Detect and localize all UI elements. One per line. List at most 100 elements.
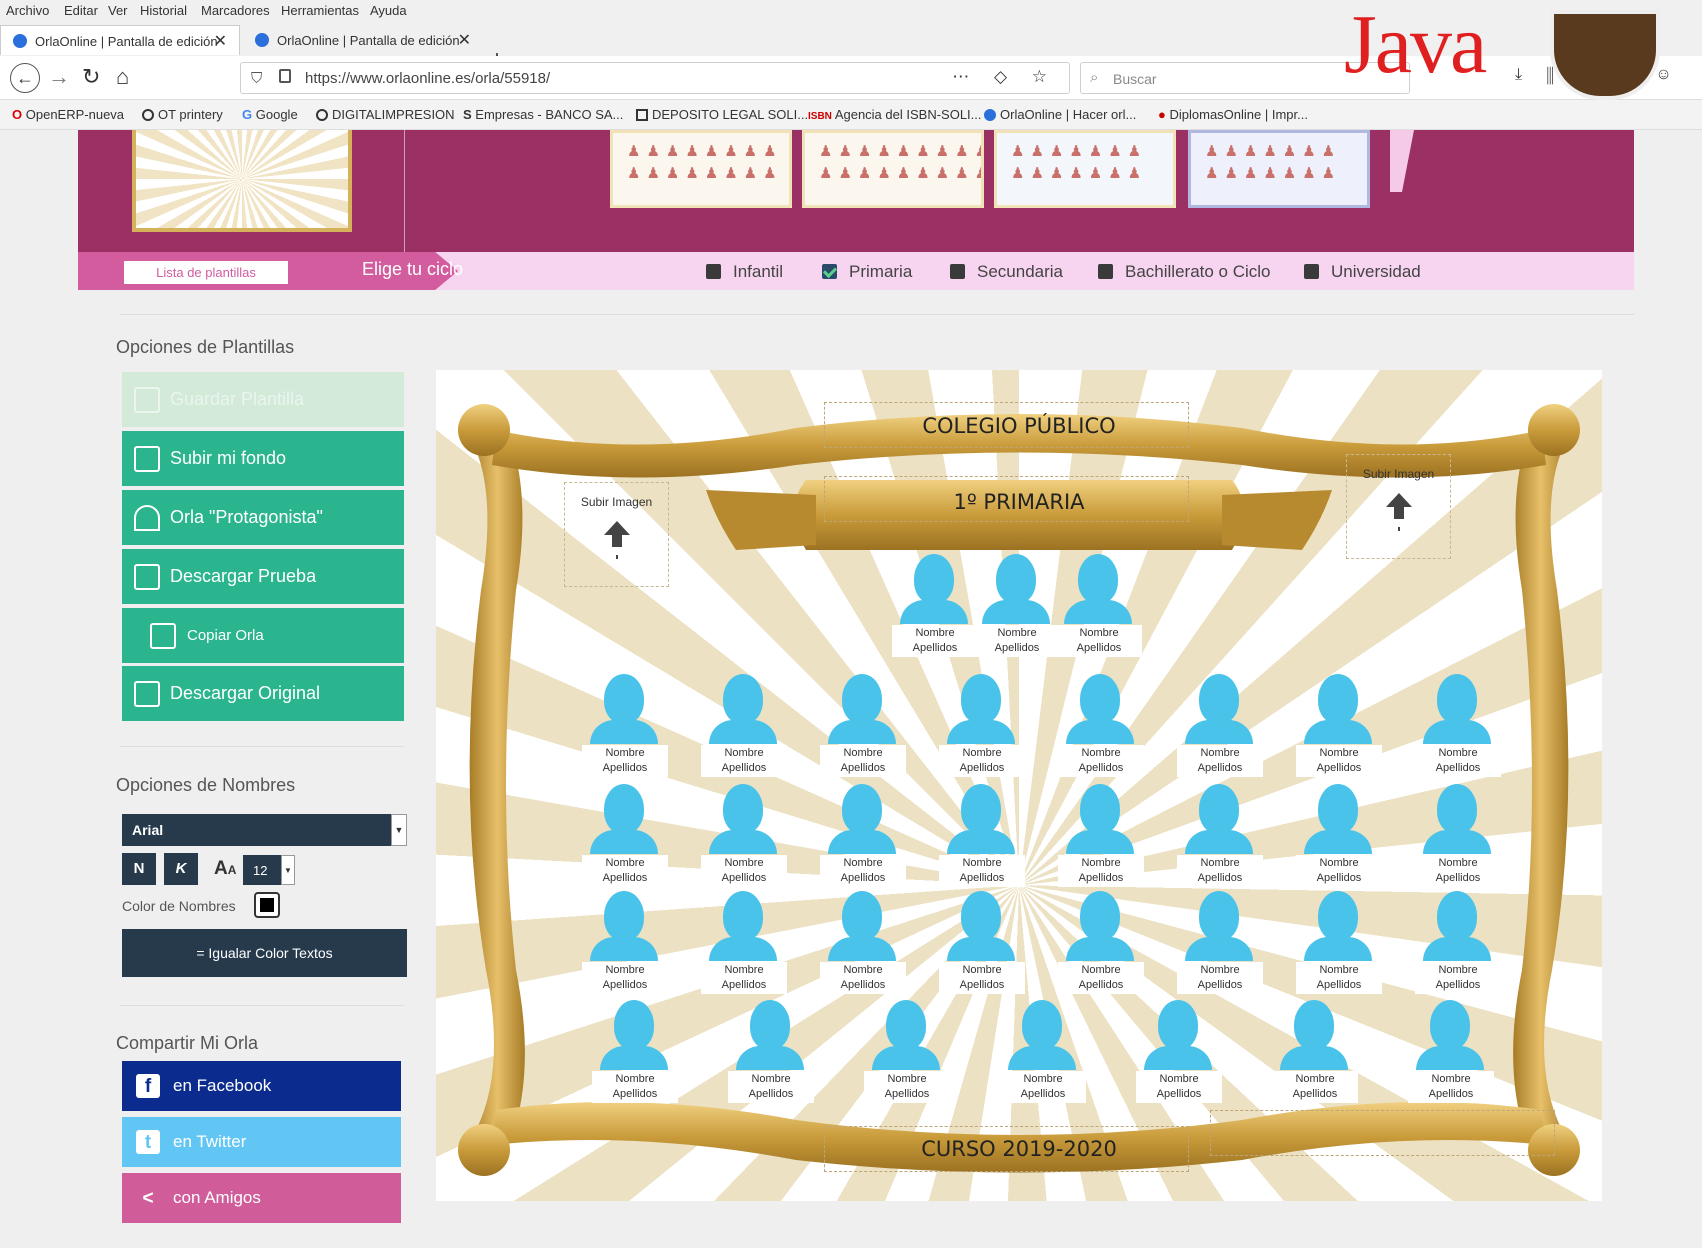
student-photo-slot[interactable]: Nombre Apellidos <box>820 782 906 887</box>
student-name-label[interactable]: Nombre Apellidos <box>1177 745 1263 777</box>
student-photo-slot[interactable]: Nombre Apellidos <box>1296 889 1382 994</box>
protagonist-button[interactable]: Orla "Protagonista" <box>122 490 404 545</box>
bookmark-item[interactable]: DIGITALIMPRESION <box>316 107 455 122</box>
student-photo-slot[interactable]: Nombre Apellidos <box>701 672 787 777</box>
share-friends-button[interactable]: < con Amigos <box>122 1173 401 1223</box>
student-photo-slot[interactable]: Nombre Apellidos <box>582 782 668 887</box>
student-name-label[interactable]: Nombre Apellidos <box>1415 855 1501 887</box>
browser-tab[interactable]: OrlaOnline | Pantalla de edición ✕ <box>243 25 483 55</box>
student-photo-slot[interactable]: Nombre Apellidos <box>939 782 1025 887</box>
student-photo-slot[interactable]: Nombre Apellidos <box>939 672 1025 777</box>
template-list-button[interactable]: Lista de plantillas <box>124 261 288 284</box>
student-photo-slot[interactable]: Nombre Apellidos <box>1136 998 1222 1103</box>
lock-icon[interactable] <box>279 69 291 83</box>
student-name-label[interactable]: Nombre Apellidos <box>582 855 668 887</box>
student-name-label[interactable]: Nombre Apellidos <box>939 745 1025 777</box>
student-name-label[interactable]: Nombre Apellidos <box>1415 962 1501 994</box>
student-name-label[interactable]: Nombre Apellidos <box>939 962 1025 994</box>
menu-marcadores[interactable]: Marcadores <box>201 3 270 18</box>
bookmark-item[interactable]: OT printery <box>142 107 223 122</box>
checkbox-checked[interactable] <box>822 264 837 279</box>
checkbox[interactable] <box>1304 264 1319 279</box>
student-photo-slot[interactable]: Nombre Apellidos <box>1296 672 1382 777</box>
student-name-label[interactable]: Nombre Apellidos <box>1058 962 1144 994</box>
student-photo-slot[interactable]: Nombre Apellidos <box>1415 782 1501 887</box>
student-photo-slot[interactable]: Nombre Apellidos <box>1177 672 1263 777</box>
shield-icon[interactable]: ⛉ <box>251 70 262 87</box>
upload-background-button[interactable]: Subir mi fondo <box>122 431 404 486</box>
checkbox[interactable] <box>706 264 721 279</box>
template-thumbnail[interactable]: ♟♟♟♟♟♟♟♟♟ ♟♟♟♟♟♟♟♟♟ <box>802 130 984 208</box>
scroll-arrow-icon[interactable] <box>1390 130 1414 192</box>
forward-button[interactable]: → <box>48 64 70 90</box>
bookmark-item[interactable]: OrlaOnline | Hacer orl... <box>984 107 1136 122</box>
menu-ver[interactable]: Ver <box>108 3 128 18</box>
student-name-label[interactable]: Nombre Apellidos <box>1296 962 1382 994</box>
student-photo-slot[interactable]: Nombre Apellidos <box>701 782 787 887</box>
address-bar[interactable]: ⛉ https://www.orlaonline.es/orla/55918/ … <box>240 62 1070 94</box>
italic-button[interactable]: K <box>164 853 198 885</box>
student-name-label[interactable]: Nombre Apellidos <box>701 962 787 994</box>
close-tab-icon[interactable]: ✕ <box>214 31 227 51</box>
close-tab-icon[interactable]: ✕ <box>458 30 471 50</box>
student-photo-slot[interactable]: Nombre Apellidos <box>592 998 678 1103</box>
student-photo-slot[interactable]: Nombre Apellidos <box>1058 672 1144 777</box>
student-name-label[interactable]: Nombre Apellidos <box>701 745 787 777</box>
template-thumbnail-selected[interactable] <box>132 130 352 232</box>
student-name-label[interactable]: Nombre Apellidos <box>1296 745 1382 777</box>
student-name-label[interactable]: Nombre Apellidos <box>820 745 906 777</box>
student-name-label[interactable]: Nombre Apellidos <box>974 625 1060 657</box>
student-name-label[interactable]: Nombre Apellidos <box>701 855 787 887</box>
cycle-option-universidad[interactable]: Universidad <box>1304 262 1421 282</box>
student-name-label[interactable]: Nombre Apellidos <box>820 855 906 887</box>
student-photo-slot[interactable]: Nombre Apellidos <box>1056 552 1142 657</box>
menu-editar[interactable]: Editar <box>64 3 98 18</box>
student-name-label[interactable]: Nombre Apellidos <box>582 962 668 994</box>
menu-historial[interactable]: Historial <box>140 3 187 18</box>
bookmark-item[interactable]: G Google <box>242 107 298 122</box>
bookmark-item[interactable]: DEPOSITO LEGAL SOLI... <box>636 107 808 122</box>
student-name-label[interactable]: Nombre Apellidos <box>1177 855 1263 887</box>
page-action-icons[interactable]: ⋯ ◇ ☆ <box>952 67 1057 87</box>
student-name-label[interactable]: Nombre Apellidos <box>1136 1071 1222 1103</box>
student-name-label[interactable]: Nombre Apellidos <box>582 745 668 777</box>
student-name-label[interactable]: Nombre Apellidos <box>820 962 906 994</box>
student-photo-slot[interactable]: Nombre Apellidos <box>1408 998 1494 1103</box>
student-photo-slot[interactable]: Nombre Apellidos <box>939 889 1025 994</box>
student-name-label[interactable]: Nombre Apellidos <box>864 1071 950 1103</box>
student-photo-slot[interactable]: Nombre Apellidos <box>701 889 787 994</box>
student-photo-slot[interactable]: Nombre Apellidos <box>820 672 906 777</box>
menu-herramientas[interactable]: Herramientas <box>281 3 359 18</box>
school-year[interactable]: CURSO 2019-2020 <box>436 1137 1602 1161</box>
equalize-text-color-button[interactable]: = Igualar Color Textos <box>122 929 407 977</box>
bookmark-item[interactable]: ISBN Agencia del ISBN-SOLI... <box>808 107 982 122</box>
student-name-label[interactable]: Nombre Apellidos <box>728 1071 814 1103</box>
share-facebook-button[interactable]: f en Facebook <box>122 1061 401 1111</box>
student-name-label[interactable]: Nombre Apellidos <box>939 855 1025 887</box>
reload-button[interactable]: ↻ <box>82 64 100 90</box>
student-photo-slot[interactable]: Nombre Apellidos <box>1058 889 1144 994</box>
template-thumbnail[interactable]: ♟♟♟♟♟♟♟♟ ♟♟♟♟♟♟♟♟ <box>610 130 792 208</box>
student-photo-slot[interactable]: Nombre Apellidos <box>728 998 814 1103</box>
upload-image-left[interactable]: Subir Imagen <box>564 482 669 587</box>
back-button[interactable]: ← <box>10 63 40 93</box>
school-name[interactable]: COLEGIO PÚBLICO <box>436 414 1602 438</box>
template-thumbnail[interactable]: ♟♟♟♟♟♟♟ ♟♟♟♟♟♟♟ <box>994 130 1176 208</box>
browser-tab[interactable]: OrlaOnline | Pantalla de edición ✕ <box>0 25 240 55</box>
student-name-label[interactable]: Nombre Apellidos <box>1056 625 1142 657</box>
upload-image-right[interactable]: Subir Imagen <box>1346 454 1451 559</box>
student-photo-slot[interactable]: Nombre Apellidos <box>1415 672 1501 777</box>
student-name-label[interactable]: Nombre Apellidos <box>1177 962 1263 994</box>
student-photo-slot[interactable]: Nombre Apellidos <box>1058 782 1144 887</box>
name-color-picker[interactable] <box>254 892 280 918</box>
student-photo-slot[interactable]: Nombre Apellidos <box>1177 889 1263 994</box>
cycle-option-secundaria[interactable]: Secundaria <box>950 262 1063 282</box>
home-button[interactable]: ⌂ <box>116 64 129 90</box>
student-name-label[interactable]: Nombre Apellidos <box>1415 745 1501 777</box>
cycle-option-infantil[interactable]: Infantil <box>706 262 783 282</box>
student-name-label[interactable]: Nombre Apellidos <box>1058 745 1144 777</box>
font-select[interactable]: Arial ▼ <box>122 814 407 846</box>
student-photo-slot[interactable]: Nombre Apellidos <box>864 998 950 1103</box>
student-name-label[interactable]: Nombre Apellidos <box>892 625 978 657</box>
bookmark-item[interactable]: O OpenERP-nueva <box>12 107 124 122</box>
